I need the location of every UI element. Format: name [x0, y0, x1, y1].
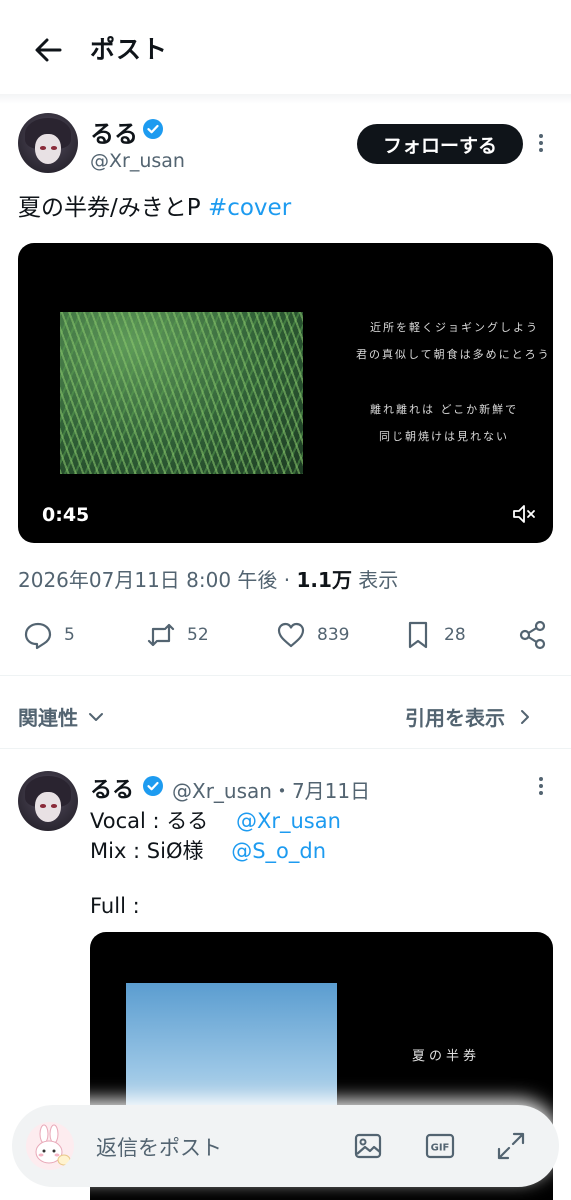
video-player[interactable]: 近所を軽くジョギングしよう 君の真似して朝食は多めにとろう 離れ離れは どこか新… — [18, 243, 553, 543]
mention-link[interactable]: @Xr_usan — [236, 809, 341, 833]
view-count: 1.1万 — [296, 568, 352, 592]
reply-input[interactable]: 返信をポスト — [96, 1132, 222, 1162]
reply-author-name[interactable]: るる — [90, 772, 134, 804]
avatar[interactable] — [18, 113, 78, 173]
vocal-credit: Vocal : るる — [90, 809, 236, 833]
sort-dropdown[interactable]: 関連性 — [18, 702, 106, 731]
repost-button[interactable]: 52 — [145, 617, 209, 653]
lyric-line: 近所を軽くジョギングしよう — [370, 321, 539, 334]
reply-date[interactable]: ・7月11日 — [272, 779, 370, 803]
author-handle[interactable]: @Xr_usan — [90, 150, 185, 172]
section-divider — [0, 748, 571, 749]
repost-icon — [147, 623, 175, 647]
view-quotes-link[interactable]: 引用を表示 — [405, 702, 533, 731]
header-divider — [0, 94, 571, 104]
image-icon[interactable] — [352, 1130, 384, 1162]
reply-button[interactable]: 5 — [22, 617, 75, 653]
reply-handle-date: @Xr_usan・7月11日 — [172, 775, 370, 804]
share-icon — [519, 620, 546, 650]
lyric-line: 同じ朝焼けは見れない — [379, 430, 509, 443]
hashtag-link[interactable]: #cover — [208, 195, 291, 221]
quotes-label: 引用を表示 — [405, 706, 505, 730]
reply-text-line: Vocal : るる @Xr_usan — [90, 805, 341, 835]
video-duration: 0:45 — [42, 504, 90, 526]
avatar-eye — [51, 146, 57, 150]
gif-icon[interactable]: GIF — [424, 1130, 456, 1162]
reply-icon — [24, 622, 52, 650]
video-title-text: 夏の半券 — [412, 1049, 481, 1064]
views-label: 表示 — [351, 568, 399, 592]
section-divider — [0, 675, 571, 676]
like-button[interactable]: 839 — [275, 617, 349, 653]
post-datetime[interactable]: 2026年07月11日 8:00 午後 — [18, 568, 277, 592]
author-name[interactable]: るる — [90, 114, 138, 149]
post-meta: 2026年07月11日 8:00 午後 · 1.1万 表示 — [18, 564, 398, 593]
svg-text:GIF: GIF — [431, 1143, 450, 1154]
avatar-face — [34, 792, 62, 822]
avatar-eye — [40, 804, 47, 808]
avatar-face — [34, 134, 62, 164]
top-bar: ポスト — [0, 0, 571, 96]
heart-icon — [277, 622, 305, 648]
chevron-right-icon — [521, 709, 529, 724]
repost-count: 52 — [187, 625, 209, 645]
meta-separator: · — [277, 568, 297, 592]
mention-link[interactable]: @S_o_dn — [231, 839, 326, 863]
arrow-left-icon[interactable] — [30, 32, 66, 68]
chevron-down-icon — [89, 712, 103, 721]
sort-label: 関連性 — [18, 706, 78, 730]
mix-credit: Mix : SiØ様 — [90, 839, 232, 863]
post-text: 夏の半券/みきとP #cover — [18, 188, 291, 222]
reply-avatar[interactable] — [18, 771, 78, 831]
like-count: 839 — [317, 625, 350, 645]
reply-count: 5 — [64, 625, 75, 645]
bookmark-icon — [408, 621, 428, 649]
share-button[interactable] — [517, 617, 549, 653]
bookmark-count: 28 — [444, 625, 466, 645]
reply-more-options-icon[interactable] — [537, 777, 545, 799]
reply-author-handle[interactable]: @Xr_usan — [172, 779, 272, 803]
more-options-icon[interactable] — [537, 134, 545, 156]
page-title: ポスト — [90, 35, 169, 64]
lyric-line: 君の真似して朝食は多めにとろう — [356, 348, 551, 361]
follow-button[interactable]: フォローする — [357, 124, 523, 164]
bunny-avatar-icon — [35, 1124, 71, 1166]
expand-icon[interactable] — [495, 1130, 527, 1162]
reply-composer[interactable]: 返信をポスト GIF — [12, 1105, 559, 1187]
lyric-line: 離れ離れは どこか新鮮で — [370, 403, 519, 416]
speaker-muted-icon[interactable] — [511, 502, 537, 526]
post-body: 夏の半券/みきとP — [18, 195, 208, 221]
verified-badge-icon — [143, 776, 163, 796]
video-frame-grass — [60, 312, 303, 474]
reply-text-line: Mix : SiØ様 @S_o_dn — [90, 835, 326, 865]
bookmark-button[interactable]: 28 — [402, 617, 466, 653]
avatar-eye — [40, 146, 47, 150]
reply-text-line: Full : — [90, 894, 140, 918]
verified-badge-icon — [143, 119, 163, 139]
user-avatar[interactable] — [26, 1122, 74, 1170]
avatar-eye — [51, 804, 57, 808]
